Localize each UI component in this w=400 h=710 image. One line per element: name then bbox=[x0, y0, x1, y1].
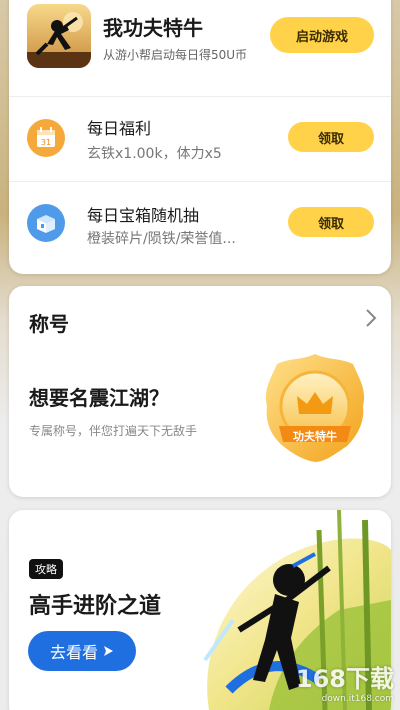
daily-chest-title: 每日宝箱随机抽 bbox=[87, 206, 200, 225]
game-rewards-card: 我功夫特牛 从游小帮启动每日得50U币 启动游戏 31 每日福利 玄铁x1.00… bbox=[9, 0, 391, 274]
treasure-box-icon bbox=[27, 204, 65, 242]
launch-game-button[interactable]: 启动游戏 bbox=[270, 17, 374, 53]
watermark-text: 168下载 bbox=[295, 665, 394, 693]
crown-badge-icon bbox=[265, 354, 365, 462]
calendar-icon: 31 bbox=[27, 119, 65, 157]
guide-tag: 攻略 bbox=[29, 559, 63, 579]
badge-text: 功夫特牛 bbox=[293, 430, 337, 443]
title-card[interactable]: 称号 想要名震江湖？ 专属称号，伴您打遍天下无敌手 功夫特牛 bbox=[9, 286, 391, 497]
game-subtitle: 从游小帮启动每日得50U币 bbox=[103, 48, 248, 62]
go-see-button[interactable]: 去看看 bbox=[28, 631, 136, 671]
daily-welfare-subtitle: 玄铁x1.00k，体力x5 bbox=[87, 146, 222, 162]
guide-title: 高手进阶之道 bbox=[29, 594, 162, 619]
daily-welfare-row: 31 每日福利 玄铁x1.00k，体力x5 领取 bbox=[9, 96, 391, 181]
daily-welfare-title: 每日福利 bbox=[87, 119, 152, 138]
daily-chest-subtitle: 橙装碎片/陨铁/荣誉值... bbox=[87, 231, 236, 247]
chevron-right-icon[interactable] bbox=[365, 308, 377, 328]
game-title: 我功夫特牛 bbox=[103, 16, 203, 40]
claim-chest-button[interactable]: 领取 bbox=[288, 207, 374, 237]
title-badge: 功夫特牛 bbox=[257, 350, 373, 466]
daily-chest-row: 每日宝箱随机抽 橙装碎片/陨铁/荣誉值... 领取 bbox=[9, 181, 391, 274]
calendar-number: 31 bbox=[41, 138, 51, 147]
game-icon[interactable] bbox=[27, 4, 91, 68]
title-description: 专属称号，伴您打遍天下无敌手 bbox=[29, 424, 198, 438]
game-row: 我功夫特牛 从游小帮启动每日得50U币 启动游戏 bbox=[9, 0, 391, 96]
section-title: 称号 bbox=[29, 312, 69, 336]
claim-welfare-button[interactable]: 领取 bbox=[288, 122, 374, 152]
site-watermark: 168下载 down.it168.com bbox=[296, 659, 394, 704]
go-see-label: 去看看 bbox=[49, 643, 98, 662]
arrow-right-icon bbox=[104, 646, 113, 656]
title-headline: 想要名震江湖？ bbox=[29, 386, 169, 410]
watermark-url: down.it168.com bbox=[321, 694, 394, 704]
